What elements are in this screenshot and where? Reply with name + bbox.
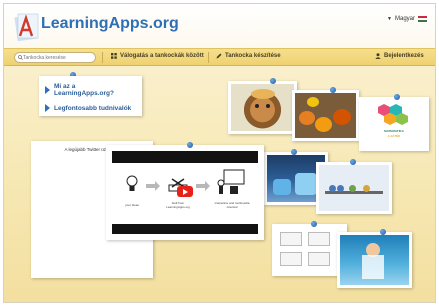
search-input[interactable] — [23, 53, 93, 62]
language-label: Magyar — [394, 16, 415, 22]
pin-icon — [350, 159, 356, 165]
monkey-image — [231, 84, 294, 131]
nav-divider — [208, 52, 209, 63]
app-thumbnail-worksheet[interactable] — [272, 224, 347, 276]
nav-browse-apps[interactable]: Válogatás a tankockák között — [111, 53, 204, 59]
pencil-icon — [216, 53, 222, 59]
hungarian-flag-icon — [418, 16, 427, 22]
nav-divider — [102, 52, 103, 63]
math-title: MATEMATIKA — [384, 129, 404, 133]
pin-icon — [270, 78, 276, 84]
menu-item-important-info[interactable]: Legfontosabb tudnivalók — [45, 104, 136, 112]
user-icon — [375, 53, 381, 59]
menu-item-label: Legfontosabb tudnivalók — [54, 104, 132, 112]
nav-browse-label: Válogatás a tankockák között — [120, 53, 204, 59]
app-thumbnail-abacus[interactable] — [316, 162, 392, 214]
app-thumbnail-monkey[interactable] — [228, 81, 297, 134]
app-thumbnail-math[interactable]: MATEMATIKA A JÁTÉK — [359, 97, 429, 151]
intro-video-card[interactable]: your ideas built from LearningApps.org i… — [106, 145, 264, 240]
pin-icon — [291, 149, 297, 155]
app-thumbnail-pumpkins[interactable] — [292, 90, 359, 141]
language-selector[interactable]: ▼ Magyar — [387, 16, 427, 22]
hexagons-icon — [378, 104, 408, 125]
site-header: LearningApps.org ▼ Magyar — [4, 4, 435, 48]
abacus-image — [319, 165, 389, 211]
video-caption: your ideas — [125, 203, 139, 207]
lightbulb-icon — [126, 175, 138, 191]
nav-create-app[interactable]: Tankocka készítése — [216, 53, 281, 59]
arrow-right-icon — [146, 181, 160, 191]
info-menu-card: Mi az a LearningApps.org? Legfontosabb t… — [39, 76, 142, 116]
arrow-right-icon — [45, 104, 50, 112]
arrow-right-icon — [196, 181, 210, 191]
play-button[interactable] — [177, 186, 193, 197]
chevron-down-icon: ▼ — [387, 16, 392, 22]
pumpkins-image — [295, 93, 356, 138]
video-frame: your ideas built from LearningApps.org i… — [112, 163, 258, 224]
grid-icon — [111, 53, 117, 59]
video-caption: built from LearningApps.org — [166, 201, 190, 209]
arrow-right-icon — [45, 86, 50, 94]
photo-image — [340, 235, 409, 285]
math-subtitle: A JÁTÉK — [387, 134, 401, 138]
nav-bar: Válogatás a tankockák között Tankocka ké… — [4, 48, 435, 66]
pin-icon — [311, 221, 317, 227]
nav-login-label: Bejelentkezés — [384, 53, 424, 59]
pin-icon — [330, 87, 336, 93]
nav-login[interactable]: Bejelentkezés — [375, 53, 424, 59]
menu-item-what-is[interactable]: Mi az a LearningApps.org? — [45, 83, 136, 97]
menu-item-label: Mi az a LearningApps.org? — [54, 83, 114, 97]
pin-icon — [187, 142, 193, 148]
whiteboard-icon — [217, 169, 245, 194]
video-player[interactable]: your ideas built from LearningApps.org i… — [112, 151, 258, 234]
pin-icon — [394, 94, 400, 100]
search-box[interactable] — [14, 52, 96, 63]
logo-icon[interactable] — [12, 10, 40, 42]
logo-text[interactable]: LearningApps.org — [41, 15, 179, 33]
page-frame: LearningApps.org ▼ Magyar Válogatás a ta… — [3, 3, 436, 303]
app-thumbnail-photo[interactable] — [337, 232, 412, 288]
pin-icon — [380, 229, 386, 235]
nav-create-label: Tankocka készítése — [225, 53, 281, 59]
video-caption: interactive and multimedia oriented — [214, 201, 250, 209]
